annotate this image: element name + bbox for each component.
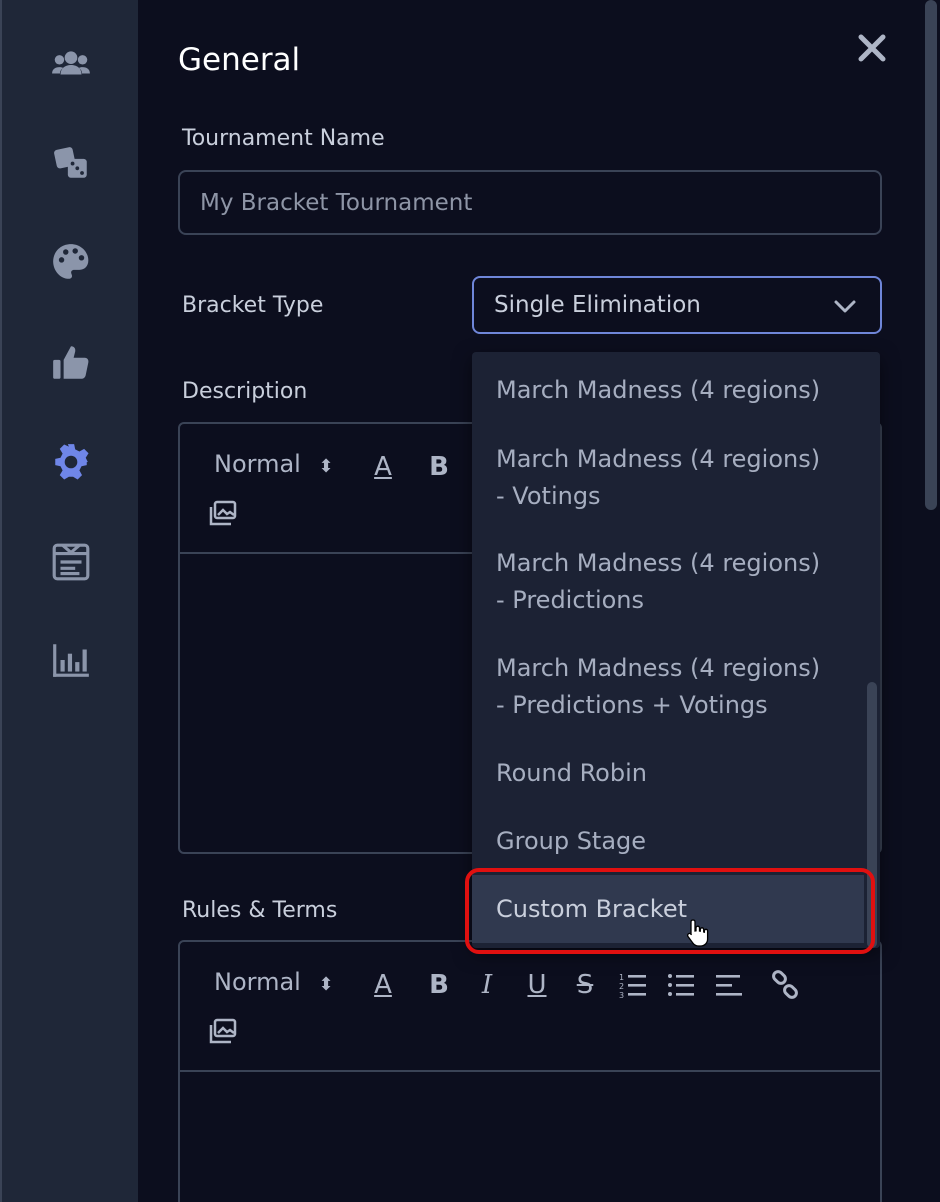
option-group-stage[interactable]: Group Stage	[472, 823, 864, 860]
bracket-type-select[interactable]: Single Elimination	[472, 276, 882, 334]
close-icon[interactable]	[854, 30, 890, 66]
tournament-name-input[interactable]	[178, 170, 882, 235]
text-color-icon[interactable]: A	[366, 450, 400, 484]
align-icon[interactable]	[712, 968, 746, 1002]
underline-icon[interactable]: U	[520, 968, 554, 1002]
gear-icon[interactable]	[49, 440, 93, 484]
bar-chart-icon[interactable]	[49, 638, 93, 682]
italic-icon[interactable]: I	[470, 968, 504, 1002]
option-round-robin[interactable]: Round Robin	[472, 755, 864, 792]
page-title: General	[178, 42, 301, 78]
page-scrollbar[interactable]	[920, 0, 940, 1202]
bold-icon[interactable]: B	[422, 968, 456, 1002]
sort-icon: ⬍	[318, 974, 334, 995]
page-scrollbar-thumb[interactable]	[925, 0, 937, 510]
bold-icon[interactable]: B	[422, 450, 456, 484]
text-color-icon[interactable]: A	[366, 968, 400, 1002]
bracket-type-value: Single Elimination	[494, 292, 701, 318]
description-label: Description	[182, 379, 308, 404]
rules-terms-label: Rules & Terms	[182, 898, 338, 923]
option-march-madness-predictions-votings[interactable]: March Madness (4 regions) - Predictions …	[472, 650, 864, 724]
dropdown-scrollbar-thumb[interactable]	[867, 682, 877, 948]
option-custom-bracket[interactable]: Custom Bracket	[472, 875, 864, 943]
option-march-madness[interactable]: March Madness (4 regions)	[472, 372, 864, 409]
svg-text:1: 1	[619, 973, 624, 982]
format-select[interactable]: Normal ⬍	[214, 450, 334, 478]
tournament-name-label: Tournament Name	[182, 126, 385, 151]
image-icon[interactable]	[206, 1014, 240, 1048]
rules-toolbar: Normal ⬍ A B I U S 123	[180, 942, 880, 1072]
users-icon[interactable]	[49, 42, 93, 86]
option-march-madness-votings[interactable]: March Madness (4 regions) - Votings	[472, 441, 864, 515]
bracket-type-dropdown[interactable]: March Madness (4 regions) March Madness …	[472, 352, 880, 948]
sidebar	[0, 0, 138, 1202]
dice-icon[interactable]	[49, 140, 93, 184]
strikethrough-icon[interactable]: S	[568, 968, 602, 1002]
link-icon[interactable]	[768, 968, 802, 1002]
rules-terms-editor[interactable]: Normal ⬍ A B I U S 123	[178, 940, 882, 1202]
svg-text:2: 2	[619, 982, 624, 991]
thumbs-up-icon[interactable]	[49, 340, 93, 384]
bullet-list-icon[interactable]	[664, 968, 698, 1002]
bracket-type-label: Bracket Type	[182, 293, 324, 318]
scoreboard-icon[interactable]	[49, 540, 93, 584]
sort-icon: ⬍	[318, 456, 334, 477]
format-select[interactable]: Normal ⬍	[214, 968, 334, 996]
hand-cursor-icon	[686, 919, 709, 947]
svg-text:3: 3	[619, 991, 624, 1000]
option-march-madness-predictions[interactable]: March Madness (4 regions) - Predictions	[472, 545, 864, 619]
palette-icon[interactable]	[49, 240, 93, 284]
chevron-down-icon	[834, 300, 856, 313]
ordered-list-icon[interactable]: 123	[616, 968, 650, 1002]
image-icon[interactable]	[206, 496, 240, 530]
dropdown-scrollbar[interactable]	[864, 352, 880, 948]
